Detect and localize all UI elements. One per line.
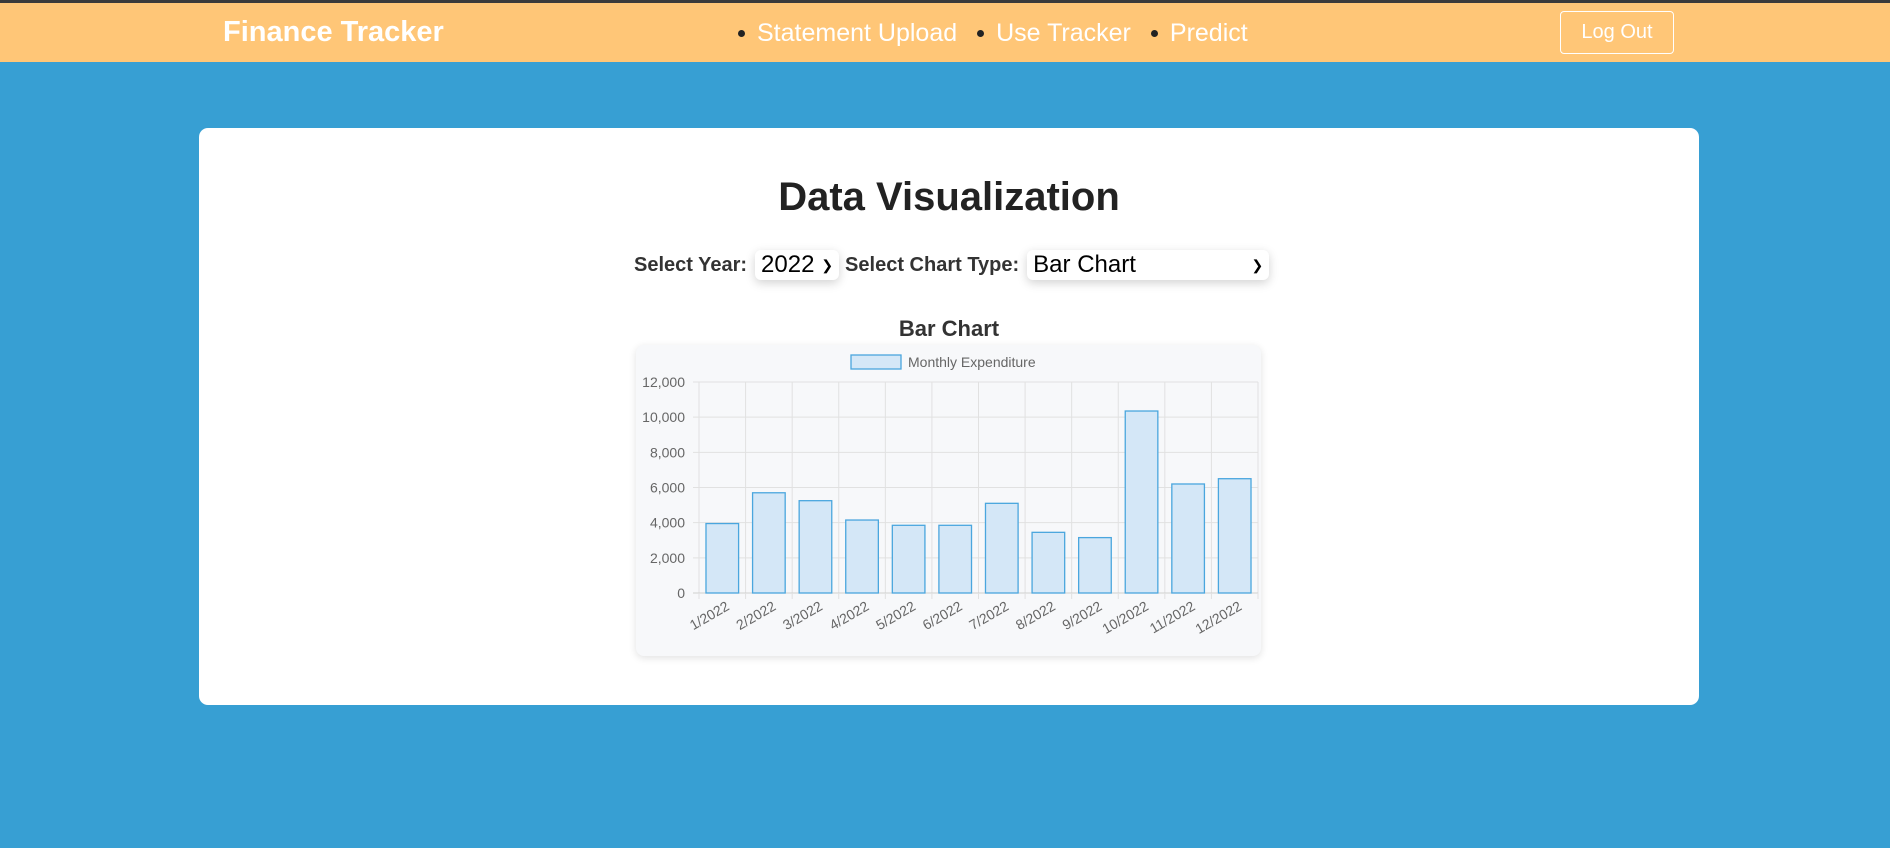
x-tick-label: 6/2022 xyxy=(920,598,965,633)
x-tick-label: 9/2022 xyxy=(1059,598,1104,633)
bar-chart: 0 2,000 4,000 6,000 8,000 10,000 12,000 1/2022 2… xyxy=(642,354,1259,637)
bullet-icon xyxy=(738,30,745,37)
nav-item-statement-upload[interactable]: Statement Upload xyxy=(738,19,957,48)
x-tick-label: 12/2022 xyxy=(1192,598,1244,637)
x-tick-label: 10/2022 xyxy=(1099,598,1151,637)
bar xyxy=(1078,536,1112,594)
bar xyxy=(845,519,879,594)
bar xyxy=(1031,531,1066,594)
navbar: Finance Tracker Statement Upload Use Tra… xyxy=(0,3,1890,62)
nav-item-predict[interactable]: Predict xyxy=(1150,19,1248,48)
chart-controls: Select Year: 2022 ❯ Select Chart Type: B… xyxy=(634,249,1270,281)
x-tick-label: 7/2022 xyxy=(966,598,1011,633)
y-tick-label: 10,000 xyxy=(642,409,685,425)
chart-type-select[interactable]: Bar Chart ❯ xyxy=(1027,250,1270,280)
chart-type-select-value: Bar Chart xyxy=(1033,251,1136,278)
legend-swatch xyxy=(850,354,902,370)
brand-title[interactable]: Finance Tracker xyxy=(223,16,444,49)
x-tick-label: 8/2022 xyxy=(1013,598,1058,633)
bar xyxy=(984,502,1019,594)
page-title: Data Visualization xyxy=(778,175,1120,219)
y-tick-label: 8,000 xyxy=(650,444,685,460)
x-tick-label: 5/2022 xyxy=(873,598,918,633)
nav-item-label: Statement Upload xyxy=(757,19,958,47)
bar xyxy=(1171,483,1206,594)
bar xyxy=(705,522,740,594)
y-tick-label: 2,000 xyxy=(650,550,685,566)
bar xyxy=(1217,478,1252,594)
chevron-down-icon: ❯ xyxy=(821,256,834,273)
legend-label: Monthly Expenditure xyxy=(908,354,1036,370)
y-tick-label: 12,000 xyxy=(642,374,685,390)
y-tick-label: 4,000 xyxy=(650,515,685,531)
nav-item-label: Predict xyxy=(1169,19,1248,47)
nav-item-use-tracker[interactable]: Use Tracker xyxy=(977,19,1131,48)
bar xyxy=(938,524,973,594)
x-tick-label: 1/2022 xyxy=(687,598,732,633)
x-tick-label: 11/2022 xyxy=(1147,598,1198,637)
bar xyxy=(891,524,926,594)
y-tick-label: 0 xyxy=(677,585,685,601)
nav-item-label: Use Tracker xyxy=(996,19,1131,47)
bullet-icon xyxy=(1150,30,1158,37)
bar xyxy=(1124,410,1159,594)
chart-type-label: Select Chart Type: xyxy=(845,253,1020,276)
x-tick-label: 3/2022 xyxy=(780,598,825,633)
year-select[interactable]: 2022 ❯ xyxy=(755,250,840,280)
bar xyxy=(751,492,786,594)
chevron-down-icon: ❯ xyxy=(1251,256,1264,273)
chart-container: 0 2,000 4,000 6,000 8,000 10,000 12,000 1/2022 2… xyxy=(636,345,1261,656)
year-label: Select Year: xyxy=(634,253,748,276)
year-select-value: 2022 xyxy=(761,251,815,278)
bullet-icon xyxy=(977,30,985,37)
x-tick-label: 4/2022 xyxy=(826,598,871,633)
logout-button[interactable]: Log Out xyxy=(1560,11,1674,54)
nav-links: Statement Upload Use Tracker Predict xyxy=(738,19,1268,48)
chart-heading: Bar Chart xyxy=(898,316,1000,341)
visualization-card: Data Visualization Select Year: 2022 ❯ S… xyxy=(199,128,1699,705)
y-tick-label: 6,000 xyxy=(650,480,685,496)
x-tick-label: 2/2022 xyxy=(733,598,778,633)
bar xyxy=(798,500,833,594)
